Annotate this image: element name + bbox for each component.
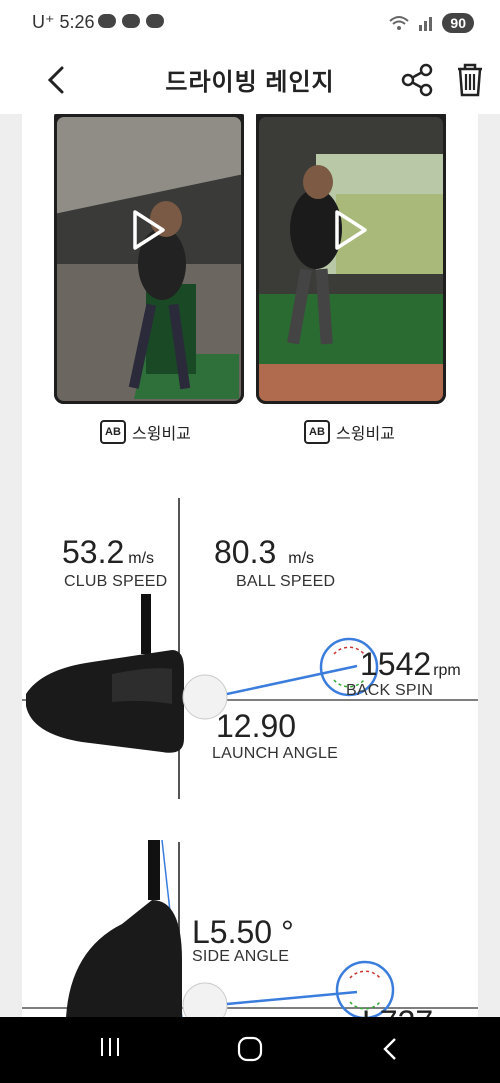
swing-compare-button-1[interactable]: AB 스윙비교 [100, 420, 191, 444]
video-frame [256, 114, 446, 404]
battery-indicator: 90 [442, 13, 474, 33]
video-frame [54, 114, 244, 404]
signal-icon [419, 17, 433, 31]
side-angle-label: SIDE ANGLE [192, 948, 290, 965]
ab-compare-icon: AB [100, 420, 126, 444]
swing-compare-label: 스윙비교 [336, 426, 395, 443]
wifi-icon [389, 16, 410, 30]
club-speed-value: 53.2 m/s [62, 534, 155, 570]
swing-video-1[interactable] [54, 114, 244, 404]
share-icon [401, 63, 433, 97]
play-icon [133, 210, 165, 250]
status-time: U⁺ 5:26 [32, 12, 95, 32]
back-nav-icon[interactable] [378, 1035, 402, 1063]
message-icon [122, 14, 140, 28]
ab-compare-icon: AB [304, 420, 330, 444]
notification-icons [98, 14, 164, 28]
side-angle-value: L5.50 ° [192, 914, 294, 950]
ball-speed-label: BALL SPEED [236, 573, 336, 590]
app-header: 드라이빙 레인지 [0, 48, 500, 114]
ball-speed-value: 80.3 m/s [214, 534, 315, 570]
recent-apps-icon[interactable] [98, 1035, 122, 1059]
status-bar: U⁺ 5:26 90 [0, 0, 500, 48]
talk-icon [98, 14, 116, 28]
launch-angle-value: 12.90 [216, 708, 297, 744]
swing-compare-button-2[interactable]: AB 스윙비교 [304, 420, 395, 444]
delete-button[interactable] [450, 60, 490, 100]
shot-detail-panel: AB 스윙비교 AB 스윙비교 53.2 m/s CLUB SPEED 80.3 m… [22, 114, 478, 1017]
system-status: 90 [388, 13, 474, 33]
launch-angle-label: LAUNCH ANGLE [212, 745, 338, 762]
side-spin-value: L737 [362, 1004, 433, 1017]
club-speed-label: CLUB SPEED [64, 573, 168, 590]
system-nav-bar [0, 1017, 500, 1083]
back-spin-label: BACK SPIN [346, 682, 434, 699]
share-button[interactable] [398, 60, 438, 100]
play-icon [335, 210, 367, 250]
swing-video-2[interactable] [256, 114, 446, 404]
swing-compare-label: 스윙비교 [132, 426, 191, 443]
chat-icon [146, 14, 164, 28]
home-icon[interactable] [236, 1035, 264, 1063]
trash-icon [458, 63, 482, 97]
back-spin-value: 1542 rpm [360, 646, 461, 682]
